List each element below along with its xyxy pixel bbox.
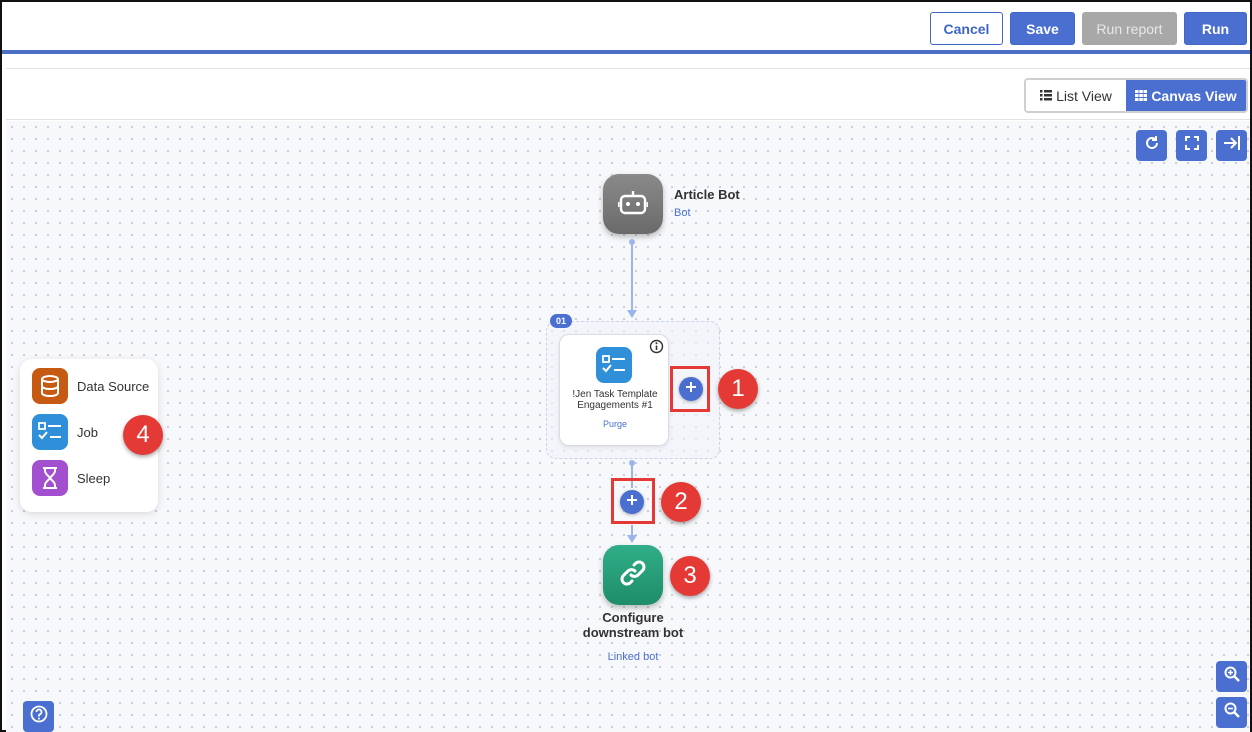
robot-icon (617, 189, 649, 220)
zoom-in-button[interactable] (1216, 661, 1247, 692)
view-bar: List View Canvas View (6, 68, 1250, 120)
refresh-button[interactable] (1136, 130, 1167, 161)
help-button[interactable] (23, 701, 54, 732)
callout-2: 2 (661, 482, 701, 522)
app-frame: Cancel Save Run report Run List View Can… (0, 0, 1252, 732)
task-title: !Jen Task Template Engagements #1 (572, 389, 658, 411)
palette-item-sleep[interactable]: Sleep (32, 460, 110, 496)
task-card[interactable]: !Jen Task Template Engagements #1 Purge (559, 334, 669, 446)
list-view-button[interactable]: List View (1026, 80, 1126, 111)
task-subtitle: Purge (602, 419, 628, 429)
top-toolbar: Cancel Save Run report Run (2, 2, 1250, 54)
link-icon (618, 558, 648, 593)
palette-item-data-source[interactable]: Data Source (32, 368, 149, 404)
connector-line (631, 243, 633, 311)
linked-bot-node[interactable] (603, 545, 663, 605)
list-icon (1040, 88, 1053, 104)
canvas-view-label: Canvas View (1151, 87, 1237, 104)
refresh-icon (1144, 135, 1160, 156)
run-report-button[interactable]: Run report (1082, 12, 1177, 45)
connector-arrow (627, 535, 637, 543)
bot-node-title: Article Bot (674, 187, 740, 202)
palette-item-label: Sleep (77, 470, 111, 486)
cancel-button[interactable]: Cancel (930, 12, 1003, 45)
help-icon (30, 705, 48, 728)
save-button[interactable]: Save (1010, 12, 1075, 45)
callout-4: 4 (123, 415, 163, 455)
task-list-icon (32, 414, 68, 450)
bot-node[interactable] (603, 174, 663, 234)
callout-1: 1 (718, 369, 758, 409)
zoom-in-icon (1224, 666, 1240, 687)
run-button[interactable]: Run (1184, 12, 1247, 45)
fullscreen-button[interactable] (1176, 130, 1207, 161)
view-toggle: List View Canvas View (1024, 78, 1248, 113)
palette-item-label: Job (77, 424, 98, 440)
group-step-badge: 01 (550, 314, 572, 328)
palette-item-label: Data Source (77, 378, 150, 394)
info-icon[interactable] (649, 339, 664, 359)
list-view-label: List View (1056, 87, 1112, 104)
database-icon (32, 368, 68, 404)
linked-bot-title: Configure downstream bot (582, 610, 684, 640)
canvas-view-button[interactable]: Canvas View (1126, 80, 1246, 111)
grid-icon (1135, 88, 1148, 104)
plus-icon (626, 493, 638, 511)
plus-icon (685, 380, 697, 398)
add-step-button[interactable] (620, 490, 644, 514)
callout-3: 3 (670, 556, 710, 596)
add-parallel-button[interactable] (679, 377, 703, 401)
zoom-out-button[interactable] (1216, 697, 1247, 728)
task-list-icon (596, 347, 632, 383)
palette-item-job[interactable]: Job (32, 414, 98, 450)
connector-arrow (627, 310, 637, 318)
linked-bot-subtitle: Linked bot (607, 651, 659, 663)
collapse-panel-button[interactable] (1216, 130, 1247, 161)
zoom-out-icon (1224, 702, 1240, 723)
fullscreen-icon (1184, 136, 1199, 155)
workflow-canvas[interactable]: Article Bot Bot 01 !Jen Task Template En… (6, 121, 1250, 732)
collapse-panel-icon (1223, 135, 1241, 156)
hourglass-icon (32, 460, 68, 496)
bot-node-subtitle: Bot (674, 207, 691, 219)
